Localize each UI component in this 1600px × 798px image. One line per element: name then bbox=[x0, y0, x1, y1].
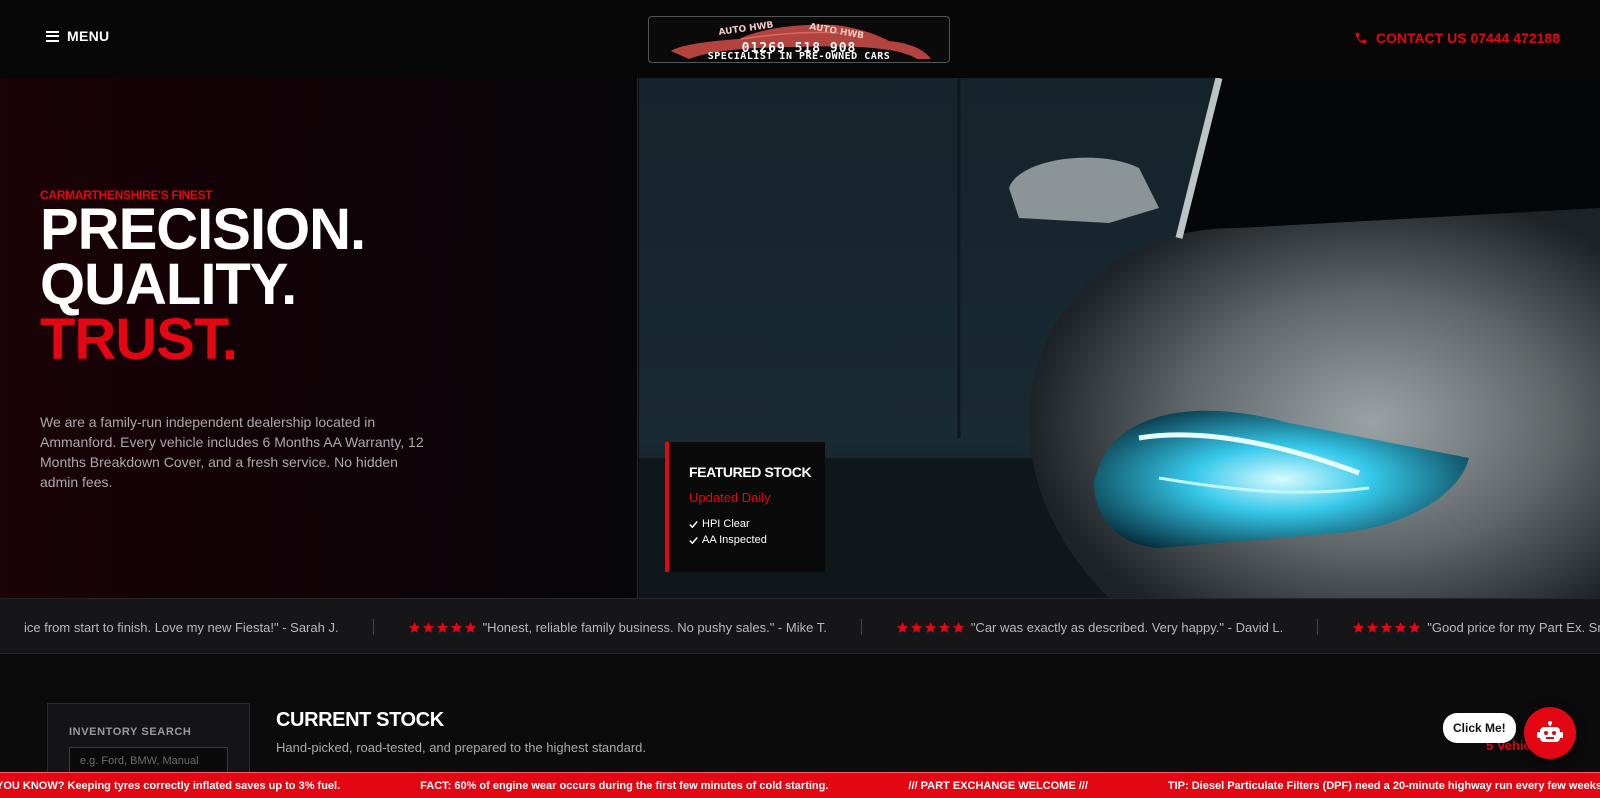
review-text: "Car was exactly as described. Very happ… bbox=[970, 619, 1284, 635]
check-icon bbox=[689, 536, 698, 544]
star-icon bbox=[896, 621, 908, 633]
featured-stock-card[interactable]: FEATURED STOCK Updated Daily HPI Clear A… bbox=[665, 442, 825, 572]
featured-title: FEATURED STOCK bbox=[689, 464, 812, 480]
star-icon bbox=[1381, 621, 1393, 633]
star-icon bbox=[1353, 621, 1365, 633]
rating-stars bbox=[896, 621, 965, 634]
page: MENU AUTO HWB AUTO HWB 01269 518 908 SPE… bbox=[0, 0, 1600, 798]
logo-tagline: SPECIALIST IN PRE-OWNED CARS bbox=[707, 51, 891, 62]
robot-icon bbox=[1537, 721, 1563, 742]
contact-button[interactable]: CONTACT US 07444 472188 bbox=[1354, 30, 1560, 46]
star-icon bbox=[436, 621, 448, 633]
site-logo[interactable]: AUTO HWB AUTO HWB 01269 518 908 SPECIALI… bbox=[648, 16, 950, 63]
search-label: INVENTORY SEARCH bbox=[69, 726, 192, 738]
star-icon bbox=[408, 621, 420, 633]
star-icon bbox=[938, 621, 950, 633]
news-ticker: YOU KNOW? Keeping tyres correctly inflat… bbox=[0, 772, 1600, 798]
menu-button[interactable]: MENU bbox=[46, 28, 109, 44]
stock-subtitle: Hand-picked, road-tested, and prepared t… bbox=[276, 740, 647, 755]
contact-label: CONTACT US 07444 472188 bbox=[1375, 30, 1560, 46]
ticker-item: FACT: 60% of engine wear occurs during t… bbox=[420, 780, 829, 792]
hero-intro: We are a family-run independent dealersh… bbox=[40, 414, 424, 490]
review-item: "Good price for my Part Ex. Smooth trans… bbox=[1318, 619, 1600, 635]
review-item: "Honest, reliable family business. No pu… bbox=[374, 619, 862, 635]
headline-line-2: QUALITY. bbox=[40, 252, 297, 317]
review-text: ice from start to finish. Love my new Fi… bbox=[24, 619, 339, 635]
headline-line-1: PRECISION. bbox=[40, 197, 366, 262]
star-icon bbox=[952, 621, 964, 633]
star-icon bbox=[450, 621, 462, 633]
featured-subtitle: Updated Daily bbox=[689, 490, 771, 505]
rating-stars bbox=[1352, 621, 1421, 634]
star-icon bbox=[1409, 621, 1421, 633]
hero-text-panel: CARMARTHENSHIRE'S FINEST PRECISION. QUAL… bbox=[0, 78, 638, 598]
review-text: "Honest, reliable family business. No pu… bbox=[482, 619, 827, 635]
featured-item: HPI Clear bbox=[689, 516, 825, 532]
check-icon bbox=[689, 520, 698, 528]
headline-line-3: TRUST. bbox=[40, 307, 238, 372]
star-icon bbox=[910, 621, 922, 633]
star-icon bbox=[1367, 621, 1379, 633]
review-item: ice from start to finish. Love my new Fi… bbox=[0, 619, 374, 635]
star-icon bbox=[924, 621, 936, 633]
menu-label: MENU bbox=[67, 28, 110, 44]
featured-list: HPI Clear AA Inspected bbox=[689, 516, 825, 548]
phone-icon bbox=[1355, 32, 1367, 44]
featured-item: AA Inspected bbox=[689, 532, 825, 548]
ticker-track: YOU KNOW? Keeping tyres correctly inflat… bbox=[0, 773, 1600, 798]
stock-section: INVENTORY SEARCH CURRENT STOCK Hand-pick… bbox=[0, 654, 1600, 783]
reviews-track: ice from start to finish. Love my new Fi… bbox=[0, 599, 1600, 653]
hero-image: FEATURED STOCK Updated Daily HPI Clear A… bbox=[639, 78, 1600, 598]
star-icon bbox=[422, 621, 434, 633]
review-text: "Good price for my Part Ex. Smooth trans… bbox=[1427, 619, 1600, 635]
review-item: "Car was exactly as described. Very happ… bbox=[862, 619, 1319, 635]
chat-prompt-bubble[interactable]: Click Me! bbox=[1443, 713, 1516, 743]
inventory-search-panel: INVENTORY SEARCH bbox=[47, 703, 250, 783]
star-icon bbox=[1395, 621, 1407, 633]
star-icon bbox=[464, 621, 476, 633]
hamburger-icon bbox=[46, 30, 59, 42]
hero-headline: PRECISION. QUALITY. TRUST. bbox=[40, 197, 366, 372]
rating-stars bbox=[408, 621, 477, 634]
search-input[interactable] bbox=[69, 747, 228, 775]
ticker-item: YOU KNOW? Keeping tyres correctly inflat… bbox=[0, 780, 341, 792]
stock-title: CURRENT STOCK bbox=[276, 709, 444, 731]
chatbot-button[interactable] bbox=[1524, 707, 1576, 759]
site-header: MENU AUTO HWB AUTO HWB 01269 518 908 SPE… bbox=[0, 0, 1600, 78]
reviews-marquee: ice from start to finish. Love my new Fi… bbox=[0, 598, 1600, 654]
ticker-item: /// PART EXCHANGE WELCOME /// bbox=[908, 780, 1088, 792]
ticker-item: TIP: Diesel Particulate Filters (DPF) ne… bbox=[1167, 780, 1600, 792]
hero-section: CARMARTHENSHIRE'S FINEST PRECISION. QUAL… bbox=[0, 78, 1600, 598]
